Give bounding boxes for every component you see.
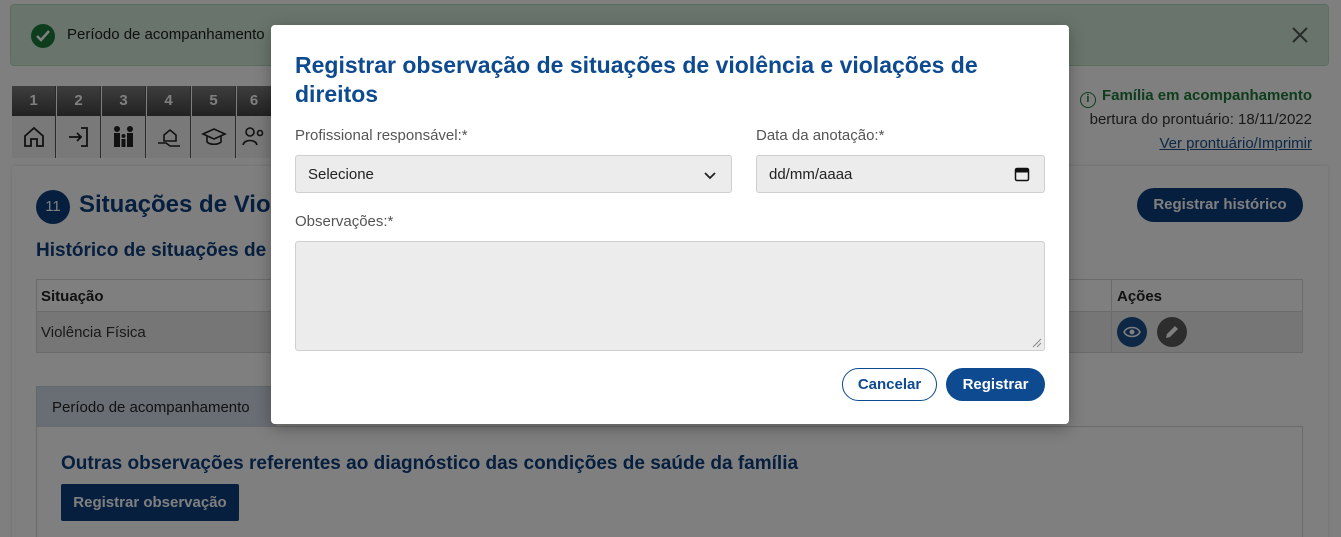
calendar-icon[interactable] xyxy=(1014,166,1030,182)
observations-textarea[interactable] xyxy=(295,241,1045,351)
submit-button[interactable]: Registrar xyxy=(946,368,1045,401)
register-observation-modal: Registrar observação de situações de vio… xyxy=(271,25,1069,424)
date-field-placeholder: dd/mm/aaaa xyxy=(769,166,853,183)
date-field[interactable]: dd/mm/aaaa xyxy=(756,155,1045,193)
resize-grip-icon[interactable] xyxy=(1032,338,1042,348)
chevron-down-icon xyxy=(704,172,716,180)
modal-title: Registrar observação de situações de vio… xyxy=(295,52,978,107)
professional-select[interactable]: Selecione xyxy=(295,155,732,193)
cancel-button[interactable]: Cancelar xyxy=(842,368,937,401)
professional-label: Profissional responsável:* xyxy=(295,127,468,144)
observations-label: Observações:* xyxy=(295,213,394,230)
date-label: Data da anotação:* xyxy=(756,127,885,144)
professional-select-value: Selecione xyxy=(308,166,374,183)
